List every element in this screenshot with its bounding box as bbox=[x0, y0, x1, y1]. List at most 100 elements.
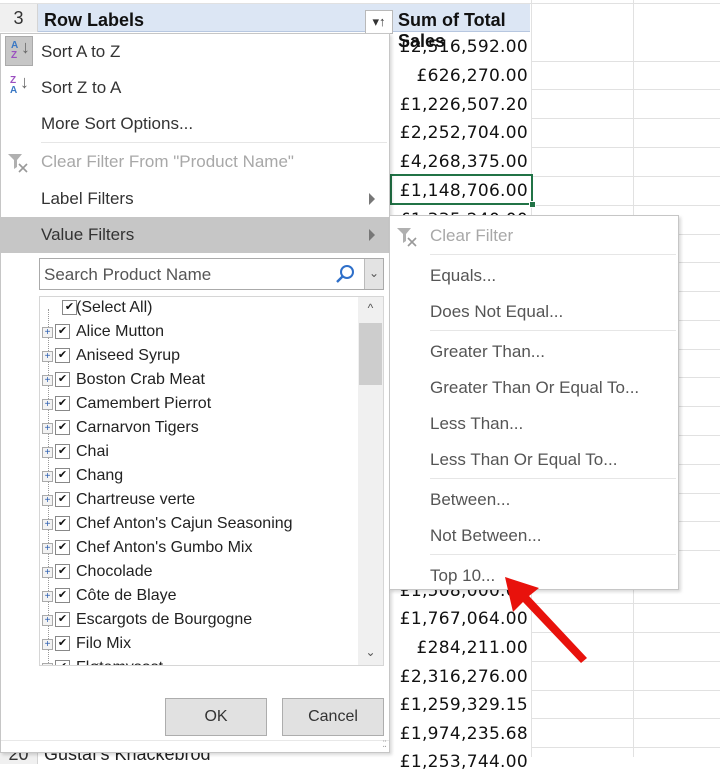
list-item[interactable]: + ✔ Chang bbox=[40, 465, 358, 489]
value-cell[interactable]: £626,270.00 bbox=[417, 66, 528, 86]
checkbox[interactable]: ✔ bbox=[55, 396, 70, 411]
submenu-arrow-icon bbox=[369, 193, 375, 205]
value-cell[interactable]: £1,253,744.00 bbox=[400, 752, 528, 772]
list-item[interactable]: + ✔ Escargots de Bourgogne bbox=[40, 609, 358, 633]
expand-icon[interactable]: + bbox=[42, 471, 53, 482]
label-filters[interactable]: Label Filters bbox=[1, 181, 389, 217]
filter-less-than-or-equal[interactable]: Less Than Or Equal To... bbox=[390, 442, 678, 478]
clear-filter-icon bbox=[397, 228, 417, 247]
scroll-up-icon[interactable]: ^ bbox=[358, 301, 383, 315]
expand-icon[interactable]: + bbox=[42, 663, 53, 665]
list-item[interactable]: + ✔ Chef Anton's Gumbo Mix bbox=[40, 537, 358, 561]
expand-icon[interactable]: + bbox=[42, 543, 53, 554]
expand-icon[interactable]: + bbox=[42, 567, 53, 578]
scrollbar-thumb[interactable] bbox=[359, 323, 382, 385]
expand-icon[interactable]: + bbox=[42, 351, 53, 362]
checkbox[interactable]: ✔ bbox=[55, 588, 70, 603]
expand-icon[interactable]: + bbox=[42, 639, 53, 650]
expand-icon[interactable]: + bbox=[42, 447, 53, 458]
filter-not-between[interactable]: Not Between... bbox=[390, 518, 678, 554]
checkbox[interactable]: ✔ bbox=[55, 420, 70, 435]
row-divider bbox=[531, 690, 720, 691]
list-item[interactable]: +✔Fløtemysost bbox=[40, 657, 358, 665]
expand-icon[interactable]: + bbox=[42, 519, 53, 530]
sort-z-to-a[interactable]: Z A ↓ Sort Z to A bbox=[1, 70, 389, 106]
menu-separator bbox=[430, 478, 676, 479]
expand-icon[interactable]: + bbox=[42, 495, 53, 506]
search-product-name-input[interactable]: Search Product Name ⌄ bbox=[39, 258, 384, 290]
checkbox[interactable]: ✔ bbox=[62, 300, 77, 315]
fill-handle[interactable] bbox=[529, 201, 536, 208]
filter-equals[interactable]: Equals... bbox=[390, 258, 678, 294]
checkbox[interactable]: ✔ bbox=[55, 660, 70, 665]
expand-icon[interactable]: + bbox=[42, 327, 53, 338]
ok-button[interactable]: OK bbox=[165, 698, 267, 736]
product-checklist: ✔ (Select All) + ✔ Alice Mutton + ✔ Aniseed S… bbox=[39, 296, 384, 666]
search-options-dropdown[interactable]: ⌄ bbox=[364, 259, 383, 289]
list-item[interactable]: + ✔ Alice Mutton bbox=[40, 321, 358, 345]
filter-greater-than-or-equal[interactable]: Greater Than Or Equal To... bbox=[390, 370, 678, 406]
value-cell[interactable]: £2,252,704.00 bbox=[400, 123, 528, 143]
row-divider bbox=[679, 349, 720, 350]
checkbox[interactable]: ✔ bbox=[55, 612, 70, 627]
row-divider bbox=[679, 521, 720, 522]
row-divider bbox=[531, 147, 720, 148]
list-item[interactable]: + ✔ Côte de Blaye bbox=[40, 585, 358, 609]
value-cell[interactable]: £2,316,276.00 bbox=[400, 667, 528, 687]
list-item[interactable]: + ✔ Chef Anton's Cajun Seasoning bbox=[40, 513, 358, 537]
submenu-arrow-icon bbox=[369, 229, 375, 241]
row-divider bbox=[679, 234, 720, 235]
sort-a-to-z-label: Sort A to Z bbox=[41, 42, 121, 61]
list-item[interactable]: + ✔ Chocolade bbox=[40, 561, 358, 585]
list-item[interactable]: + ✔ Chai bbox=[40, 441, 358, 465]
more-sort-options[interactable]: More Sort Options... bbox=[1, 106, 389, 142]
filter-dropdown-panel: A Z ↓ Sort A to Z Z A ↓ Sort Z to A More Sor… bbox=[0, 33, 390, 753]
scroll-down-icon[interactable]: ⌄ bbox=[358, 645, 383, 659]
search-icon[interactable] bbox=[335, 264, 355, 284]
value-cell[interactable]: £1,259,329.15 bbox=[400, 695, 528, 715]
checkbox[interactable]: ✔ bbox=[55, 516, 70, 531]
expand-icon[interactable]: + bbox=[42, 399, 53, 410]
row-divider bbox=[531, 61, 720, 62]
sort-a-to-z[interactable]: A Z ↓ Sort A to Z bbox=[1, 34, 389, 70]
value-cell[interactable]: £4,268,375.00 bbox=[400, 152, 528, 172]
checkbox[interactable]: ✔ bbox=[55, 564, 70, 579]
checkbox[interactable]: ✔ bbox=[55, 636, 70, 651]
list-item[interactable]: + ✔ Filo Mix bbox=[40, 633, 358, 657]
filter-between[interactable]: Between... bbox=[390, 482, 678, 518]
expand-icon[interactable]: + bbox=[42, 591, 53, 602]
list-item[interactable]: + ✔ Boston Crab Meat bbox=[40, 369, 358, 393]
expand-icon[interactable]: + bbox=[42, 375, 53, 386]
list-item[interactable]: + ✔ Chartreuse verte bbox=[40, 489, 358, 513]
list-item[interactable]: + ✔ Camembert Pierrot bbox=[40, 393, 358, 417]
search-placeholder: Search Product Name bbox=[44, 265, 212, 284]
expand-icon[interactable]: + bbox=[42, 615, 53, 626]
expand-icon[interactable]: + bbox=[42, 423, 53, 434]
filter-does-not-equal[interactable]: Does Not Equal... bbox=[390, 294, 678, 330]
resize-grip-icon[interactable]: ⁚⁚ bbox=[382, 739, 387, 750]
cancel-button[interactable]: Cancel bbox=[282, 698, 384, 736]
row-labels-header[interactable]: Row Labels bbox=[44, 10, 144, 31]
filter-greater-than[interactable]: Greater Than... bbox=[390, 334, 678, 370]
checkbox[interactable]: ✔ bbox=[55, 492, 70, 507]
selected-cell-border bbox=[390, 174, 533, 205]
list-item[interactable]: + ✔ Carnarvon Tigers bbox=[40, 417, 358, 441]
checkbox[interactable]: ✔ bbox=[55, 372, 70, 387]
checkbox[interactable]: ✔ bbox=[55, 444, 70, 459]
value-cell[interactable]: £2,516,592.00 bbox=[400, 37, 528, 57]
list-item-select-all[interactable]: ✔ (Select All) bbox=[40, 297, 358, 321]
checkbox[interactable]: ✔ bbox=[55, 324, 70, 339]
row-divider bbox=[531, 205, 720, 206]
value-cell[interactable]: £1,226,507.20 bbox=[400, 95, 528, 115]
row-header[interactable]: 3 bbox=[0, 4, 38, 32]
value-cell[interactable]: £1,974,235.68 bbox=[400, 724, 528, 744]
row-divider bbox=[679, 320, 720, 321]
checkbox[interactable]: ✔ bbox=[55, 468, 70, 483]
checkbox[interactable]: ✔ bbox=[55, 540, 70, 555]
filter-sort-ascending-icon[interactable]: ▾↑ bbox=[365, 10, 393, 34]
checkbox[interactable]: ✔ bbox=[55, 348, 70, 363]
value-filters[interactable]: Value Filters bbox=[1, 217, 389, 253]
list-item[interactable]: + ✔ Aniseed Syrup bbox=[40, 345, 358, 369]
filter-less-than[interactable]: Less Than... bbox=[390, 406, 678, 442]
list-scrollbar[interactable]: ^ ⌄ bbox=[358, 297, 383, 665]
